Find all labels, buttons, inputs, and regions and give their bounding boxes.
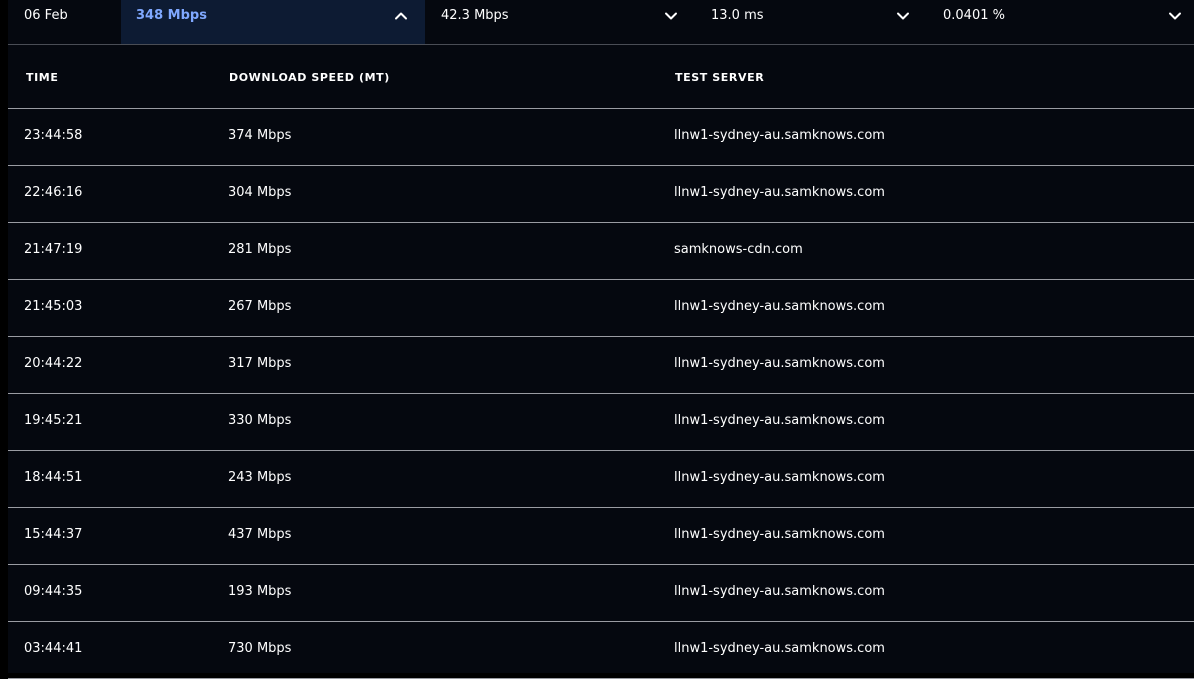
table-row: 03:44:41 730 Mbps llnw1-sydney-au.samknows… (8, 622, 1194, 679)
column-header-download-speed: DOWNLOAD SPEED (MT) (229, 71, 390, 84)
cell-test-server: samknows-cdn.com (674, 242, 803, 257)
table-row: 20:44:22 317 Mbps llnw1-sydney-au.samknows… (8, 337, 1194, 394)
upload-summary-toggle[interactable]: 42.3 Mbps (425, 0, 696, 44)
table-row: 18:44:51 243 Mbps llnw1-sydney-au.samknows… (8, 451, 1194, 508)
chevron-down-icon (897, 12, 909, 20)
table-row: 23:44:58 374 Mbps llnw1-sydney-au.samknows… (8, 109, 1194, 166)
table-body: 23:44:58 374 Mbps llnw1-sydney-au.samknows… (8, 109, 1194, 679)
results-panel: 06 Feb 348 Mbps 42.3 Mbps 13.0 ms 0.0401… (8, 0, 1194, 679)
cell-time: 20:44:22 (24, 356, 83, 371)
cell-download-speed: 304 Mbps (228, 185, 292, 200)
cell-time: 18:44:51 (24, 470, 83, 485)
chevron-down-icon (665, 12, 677, 20)
summary-date: 06 Feb (8, 0, 121, 44)
cell-download-speed: 267 Mbps (228, 299, 292, 314)
download-value: 348 Mbps (136, 8, 207, 23)
date-label: 06 Feb (24, 8, 68, 23)
upload-value: 42.3 Mbps (441, 8, 509, 23)
cell-test-server: llnw1-sydney-au.samknows.com (674, 413, 885, 428)
cell-test-server: llnw1-sydney-au.samknows.com (674, 527, 885, 542)
table-row: 15:44:37 437 Mbps llnw1-sydney-au.samknows… (8, 508, 1194, 565)
table-row: 09:44:35 193 Mbps llnw1-sydney-au.samknows… (8, 565, 1194, 622)
cell-download-speed: 281 Mbps (228, 242, 292, 257)
cell-time: 09:44:35 (24, 584, 83, 599)
cell-download-speed: 193 Mbps (228, 584, 292, 599)
cell-test-server: llnw1-sydney-au.samknows.com (674, 299, 885, 314)
cell-test-server: llnw1-sydney-au.samknows.com (674, 356, 885, 371)
daily-summary-bar: 06 Feb 348 Mbps 42.3 Mbps 13.0 ms 0.0401… (8, 0, 1194, 45)
chevron-up-icon (395, 12, 407, 20)
cell-time: 22:46:16 (24, 185, 83, 200)
table-row: 21:47:19 281 Mbps samknows-cdn.com (8, 223, 1194, 280)
chevron-down-icon (1169, 12, 1181, 20)
cell-download-speed: 374 Mbps (228, 128, 292, 143)
cell-time: 23:44:58 (24, 128, 83, 143)
column-header-time: TIME (26, 71, 59, 84)
table-row: 22:46:16 304 Mbps llnw1-sydney-au.samknows… (8, 166, 1194, 223)
cell-test-server: llnw1-sydney-au.samknows.com (674, 641, 885, 656)
table-header: TIME DOWNLOAD SPEED (MT) TEST SERVER (8, 45, 1194, 109)
cell-test-server: llnw1-sydney-au.samknows.com (674, 128, 885, 143)
packet-loss-summary-toggle[interactable]: 0.0401 % (927, 0, 1194, 44)
cell-test-server: llnw1-sydney-au.samknows.com (674, 584, 885, 599)
packet-loss-value: 0.0401 % (943, 8, 1005, 23)
cell-download-speed: 437 Mbps (228, 527, 292, 542)
cell-test-server: llnw1-sydney-au.samknows.com (674, 470, 885, 485)
download-results-table: TIME DOWNLOAD SPEED (MT) TEST SERVER 23:… (8, 45, 1194, 679)
cell-test-server: llnw1-sydney-au.samknows.com (674, 185, 885, 200)
download-summary-toggle[interactable]: 348 Mbps (121, 0, 425, 44)
cell-download-speed: 330 Mbps (228, 413, 292, 428)
latency-summary-toggle[interactable]: 13.0 ms (696, 0, 927, 44)
cell-download-speed: 243 Mbps (228, 470, 292, 485)
latency-value: 13.0 ms (711, 8, 764, 23)
cell-time: 19:45:21 (24, 413, 83, 428)
table-row: 21:45:03 267 Mbps llnw1-sydney-au.samknows… (8, 280, 1194, 337)
cell-time: 21:47:19 (24, 242, 83, 257)
cell-download-speed: 317 Mbps (228, 356, 292, 371)
cell-time: 21:45:03 (24, 299, 83, 314)
column-header-test-server: TEST SERVER (675, 71, 765, 84)
table-row: 19:45:21 330 Mbps llnw1-sydney-au.samknows… (8, 394, 1194, 451)
cell-download-speed: 730 Mbps (228, 641, 292, 656)
cell-time: 03:44:41 (24, 641, 83, 656)
cell-time: 15:44:37 (24, 527, 83, 542)
